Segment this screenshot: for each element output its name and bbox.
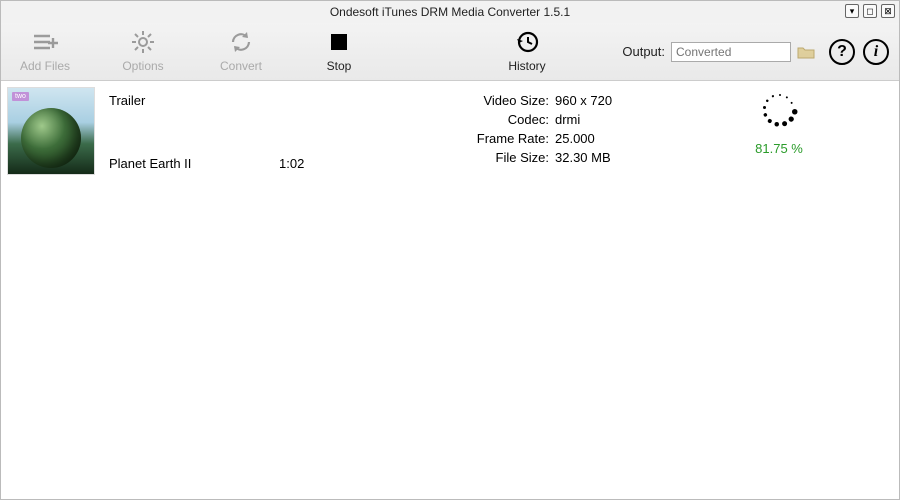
- stop-icon: [326, 29, 352, 55]
- loading-spinner-icon: [763, 93, 795, 125]
- list-item: Trailer Planet Earth II 1:02 Video Size:…: [95, 87, 893, 175]
- add-files-button[interactable]: Add Files: [11, 29, 79, 73]
- open-folder-button[interactable]: [797, 44, 815, 60]
- codec-key: Codec:: [459, 112, 549, 127]
- help-button[interactable]: ?: [829, 39, 855, 65]
- item-subtitle: Planet Earth II: [109, 156, 279, 171]
- stop-button[interactable]: Stop: [305, 29, 373, 73]
- frame-rate-value: 25.000: [555, 131, 595, 146]
- file-size-value: 32.30 MB: [555, 150, 611, 165]
- info-button[interactable]: i: [863, 39, 889, 65]
- history-label: History: [508, 59, 545, 73]
- close-window-button[interactable]: ⊠: [881, 4, 895, 18]
- progress-percent: 81.75 %: [755, 141, 803, 156]
- options-button[interactable]: Options: [109, 29, 177, 73]
- video-size-value: 960 x 720: [555, 93, 612, 108]
- output-path-input[interactable]: [671, 42, 791, 62]
- add-files-label: Add Files: [20, 59, 70, 73]
- codec-value: drmi: [555, 112, 580, 127]
- window-controls: ▾ ◻ ⊠: [845, 4, 895, 18]
- add-files-icon: [32, 29, 58, 55]
- output-label: Output:: [622, 44, 665, 59]
- toolbar: Add Files Options Convert Stop History: [1, 23, 899, 81]
- video-size-key: Video Size:: [459, 93, 549, 108]
- convert-button[interactable]: Convert: [207, 29, 275, 73]
- file-list: two Trailer Planet Earth II 1:02 Video S…: [1, 81, 899, 181]
- frame-rate-key: Frame Rate:: [459, 131, 549, 146]
- item-duration: 1:02: [279, 156, 304, 171]
- options-label: Options: [122, 59, 163, 73]
- minimize-window-button[interactable]: ◻: [863, 4, 877, 18]
- file-size-key: File Size:: [459, 150, 549, 165]
- title-bar: Ondesoft iTunes DRM Media Converter 1.5.…: [1, 1, 899, 23]
- history-icon: [514, 29, 540, 55]
- stop-label: Stop: [327, 59, 352, 73]
- history-button[interactable]: History: [493, 29, 561, 73]
- item-thumbnail: two: [7, 87, 95, 175]
- dropdown-window-button[interactable]: ▾: [845, 4, 859, 18]
- refresh-icon: [228, 29, 254, 55]
- output-row: Output:: [622, 42, 815, 62]
- convert-label: Convert: [220, 59, 262, 73]
- thumb-badge: two: [12, 92, 29, 101]
- app-title: Ondesoft iTunes DRM Media Converter 1.5.…: [330, 5, 570, 19]
- gear-icon: [130, 29, 156, 55]
- item-title: Trailer: [109, 93, 279, 108]
